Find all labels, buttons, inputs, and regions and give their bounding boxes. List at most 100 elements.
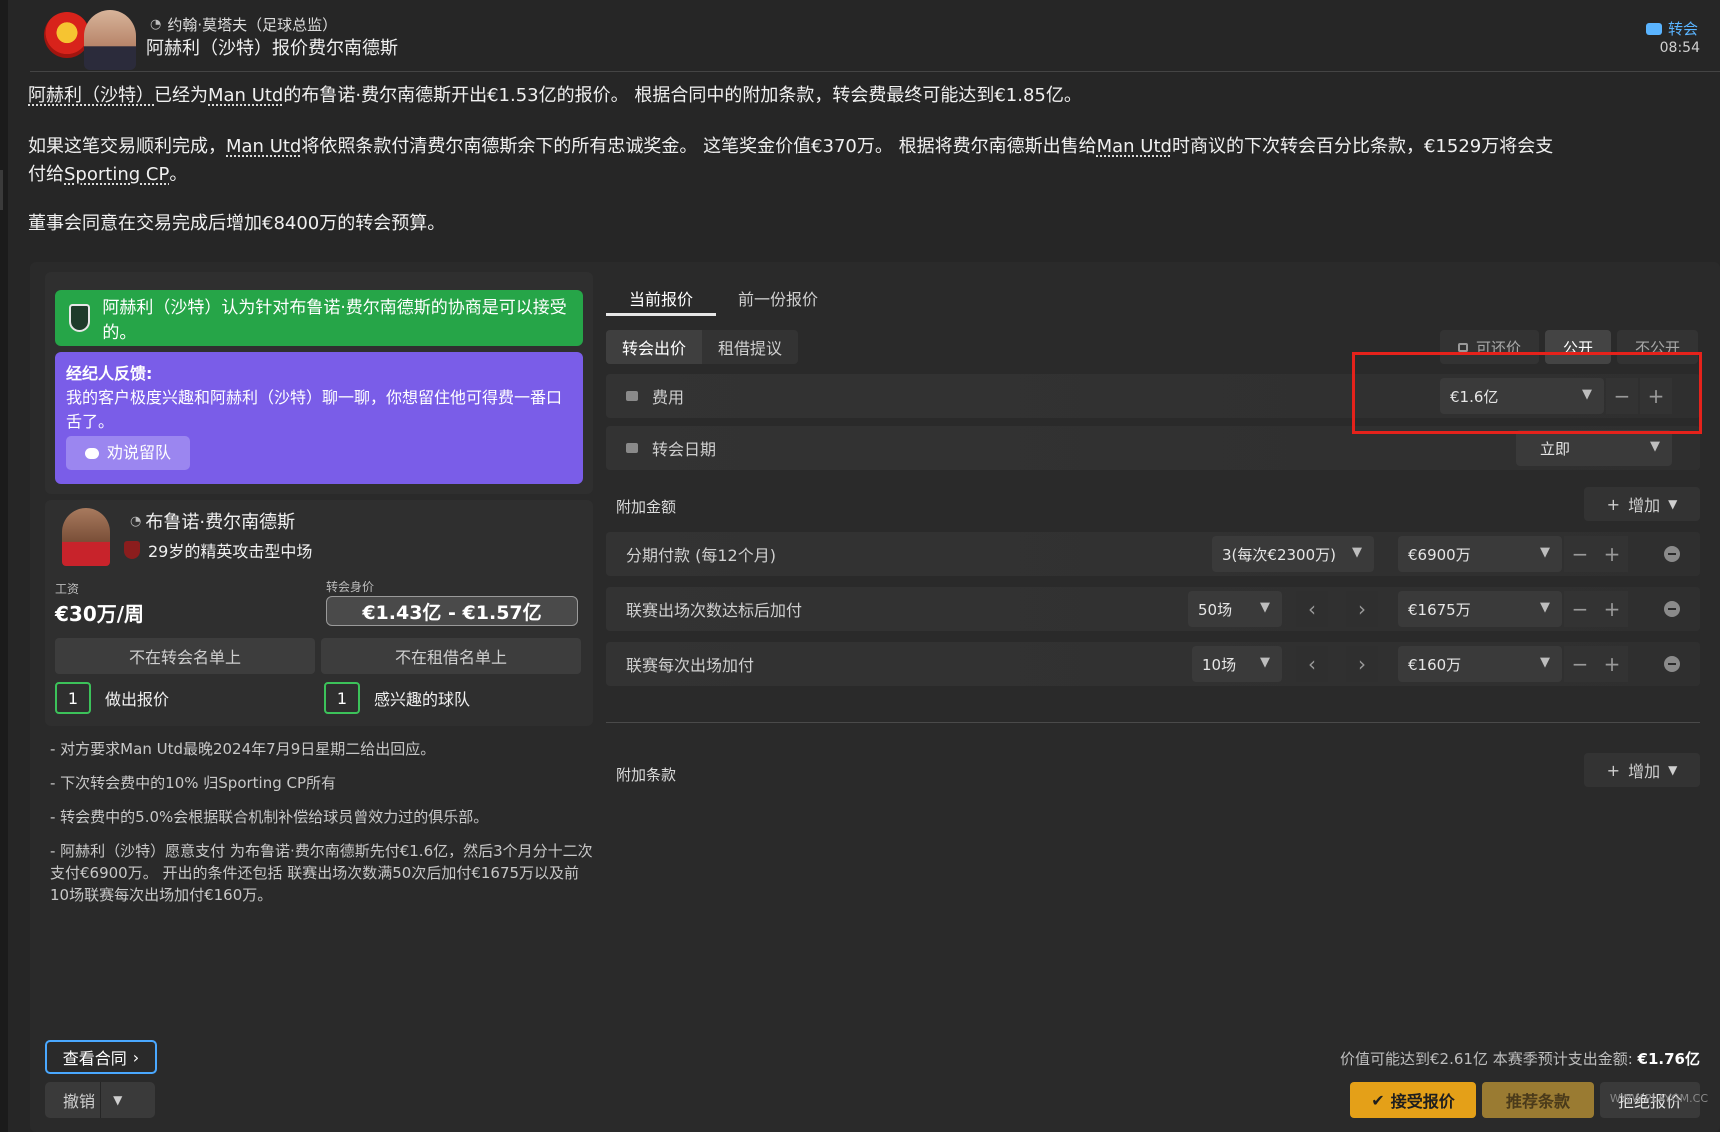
per-appearance-amount: €160万 xyxy=(1408,655,1462,674)
transfer-date-value: 立即 xyxy=(1540,439,1571,458)
tab-previous-offer[interactable]: 前一份报价 xyxy=(738,286,818,310)
negotiation-status: 阿赫利（沙特）认为针对布鲁诺·费尔南德斯的协商是可以接受的。 xyxy=(55,290,583,346)
loan-list-status[interactable]: 不在租借名单上 xyxy=(321,638,581,674)
remove-addon-icon[interactable] xyxy=(1664,601,1680,617)
club-shield-icon xyxy=(69,304,91,332)
per-appearance-increment-button[interactable]: + xyxy=(1596,646,1628,682)
loan-offer-option[interactable]: 租借提议 xyxy=(702,330,798,364)
add-addon-label: 增加 xyxy=(1628,496,1661,515)
agent-feedback: 经纪人反馈: 我的客户极度兴趣和阿赫利（沙特）聊一聊，你想留住他可得费一番口舌了… xyxy=(55,352,583,484)
text: 付给 xyxy=(28,164,64,185)
chevron-left-icon[interactable]: ‹ xyxy=(1296,646,1328,682)
interested-label: 感兴趣的球队 xyxy=(374,690,471,709)
message-paragraph-1: 阿赫利（沙特）已经为Man Utd的布鲁诺·费尔南德斯开出€1.53亿的报价。 … xyxy=(28,82,1628,110)
installments-amount-dropdown[interactable]: €6900万 ▼ xyxy=(1398,536,1562,572)
message-time: 08:54 xyxy=(1659,40,1700,56)
installments-dropdown[interactable]: 3(每次€2300万) ▼ xyxy=(1212,536,1374,572)
offers-made[interactable]: 1 做出报价 xyxy=(55,682,169,714)
addon-row-appearances-target: 联赛出场次数达标后加付 50场 ▼ ‹ › €1675万 ▼ − + xyxy=(606,587,1700,631)
agent-feedback-text: 我的客户极度兴趣和阿赫利（沙特）聊一聊，你想留住他可得费一番口舌了。 xyxy=(66,388,563,431)
chevron-right-icon[interactable]: › xyxy=(1346,591,1378,627)
appearances-decrement-button[interactable]: − xyxy=(1564,591,1596,627)
sender-name[interactable]: 约翰·莫塔夫（足球总监） xyxy=(167,14,337,35)
appearances-increment-button[interactable]: + xyxy=(1596,591,1628,627)
section-divider xyxy=(606,722,1700,723)
value-label: 转会身价 xyxy=(326,580,375,594)
appearances-amount-dropdown[interactable]: €1675万 ▼ xyxy=(1398,591,1562,627)
link-man-utd[interactable]: Man Utd xyxy=(1097,136,1172,157)
chevron-down-icon: ▼ xyxy=(1540,545,1550,560)
player-name[interactable]: 布鲁诺·费尔南德斯 xyxy=(145,508,295,534)
lock-icon xyxy=(1458,342,1468,352)
highlight-box xyxy=(1352,352,1702,434)
message-paragraph-3: 董事会同意在交易完成后增加€8400万的转会预算。 xyxy=(28,213,446,234)
offers-count: 1 xyxy=(55,682,91,714)
text: 如果这笔交易顺利完成， xyxy=(28,136,226,157)
chevron-down-icon: ▼ xyxy=(1260,600,1270,615)
add-clause-button[interactable]: + 增加 ▼ xyxy=(1584,753,1700,787)
player-avatar[interactable] xyxy=(62,508,110,566)
link-man-utd[interactable]: Man Utd xyxy=(208,85,283,106)
remove-addon-icon[interactable] xyxy=(1664,546,1680,562)
fee-label: 费用 xyxy=(652,388,685,407)
appearances-target-option: 50场 xyxy=(1198,600,1233,619)
per-appearance-decrement-button[interactable]: − xyxy=(1564,646,1596,682)
addon-row-installments: 分期付款 (每12个月) 3(每次€2300万) ▼ €6900万 ▼ − + xyxy=(606,532,1700,576)
installments-increment-button[interactable]: + xyxy=(1596,536,1628,572)
ticket-icon xyxy=(1645,22,1662,35)
transfer-value: €1.43亿 - €1.57亿 xyxy=(326,596,578,626)
interested-clubs[interactable]: 1 感兴趣的球队 xyxy=(324,682,470,714)
summary-text: 价值可能达到€2.61亿 本赛季预计支出金额: xyxy=(1340,1050,1638,1068)
header-divider xyxy=(30,71,1720,72)
date-label-wrap: 转会日期 xyxy=(606,436,716,460)
chevron-left-icon[interactable]: ‹ xyxy=(1296,591,1328,627)
wage-value: €30万/周 xyxy=(55,602,145,626)
transfer-list-status[interactable]: 不在转会名单上 xyxy=(55,638,315,674)
player-name-line: ◔ 布鲁诺·费尔南德斯 xyxy=(130,508,295,534)
offer-notes: - 对方要求Man Utd最晚2024年7月9日星期二给出回应。 - 下次转会费… xyxy=(50,738,595,918)
chevron-down-icon[interactable]: ▼ xyxy=(101,1093,155,1107)
link-sporting-cp[interactable]: Sporting CP xyxy=(64,164,169,185)
installments-decrement-button[interactable]: − xyxy=(1564,536,1596,572)
addon-label: 联赛每次出场加付 xyxy=(626,656,755,675)
speech-bubble-icon xyxy=(84,447,99,459)
transfer-offer-option[interactable]: 转会出价 xyxy=(606,330,703,364)
note-item: - 阿赫利（沙特）愿意支付 为布鲁诺·费尔南德斯先付€1.6亿，然后3个月分十二… xyxy=(50,842,593,904)
club-badge-icon xyxy=(124,541,140,559)
text: 。 xyxy=(169,164,188,185)
clauses-title: 附加条款 xyxy=(616,766,677,784)
sender-avatar xyxy=(84,10,136,70)
link-club-ahli[interactable]: 阿赫利（沙特） xyxy=(28,85,154,106)
person-icon: ◔ xyxy=(150,17,162,32)
chevron-right-icon: › xyxy=(132,1047,140,1067)
chevron-right-icon[interactable]: › xyxy=(1346,646,1378,682)
remove-addon-icon[interactable] xyxy=(1664,656,1680,672)
lock-icon[interactable] xyxy=(626,443,638,453)
chevron-down-icon: ▼ xyxy=(1650,439,1660,454)
add-addon-button[interactable]: + 增加 ▼ xyxy=(1584,487,1700,521)
agent-feedback-title: 经纪人反馈: xyxy=(66,364,153,383)
appearances-amount: €1675万 xyxy=(1408,600,1471,619)
appearances-target-dropdown[interactable]: 50场 ▼ xyxy=(1188,591,1282,627)
category-tag[interactable]: 转会 xyxy=(1645,18,1698,39)
persuade-stay-button[interactable]: 劝说留队 xyxy=(66,436,190,470)
per-appearance-dropdown[interactable]: 10场 ▼ xyxy=(1192,646,1282,682)
undo-button[interactable]: 撤销 ▼ xyxy=(45,1082,155,1118)
recommend-terms-button[interactable]: 推荐条款 xyxy=(1482,1082,1594,1118)
lock-icon[interactable] xyxy=(626,391,638,401)
chevron-down-icon: ▼ xyxy=(1260,655,1270,670)
tab-current-offer[interactable]: 当前报价 xyxy=(606,286,716,316)
per-appearance-amount-dropdown[interactable]: €160万 ▼ xyxy=(1398,646,1562,682)
accept-offer-button[interactable]: ✔ 接受报价 xyxy=(1350,1082,1476,1118)
transfer-date-dropdown[interactable]: 立即 ▼ xyxy=(1516,430,1672,466)
plus-icon: + xyxy=(1606,494,1621,514)
link-man-utd[interactable]: Man Utd xyxy=(226,136,301,157)
player-description: 29岁的精英攻击型中场 xyxy=(148,542,313,561)
wage-label: 工资 xyxy=(55,582,80,596)
sender-line: ◔ 约翰·莫塔夫（足球总监） xyxy=(150,14,337,35)
watermark: WWW.PLAYGM.CC xyxy=(1609,1092,1708,1105)
accept-offer-label: 接受报价 xyxy=(1390,1092,1455,1111)
view-contract-button[interactable]: 查看合同 › xyxy=(45,1040,157,1074)
offer-type-toggle: 转会出价 租借提议 xyxy=(606,330,799,364)
transfer-date-label: 转会日期 xyxy=(652,440,717,459)
